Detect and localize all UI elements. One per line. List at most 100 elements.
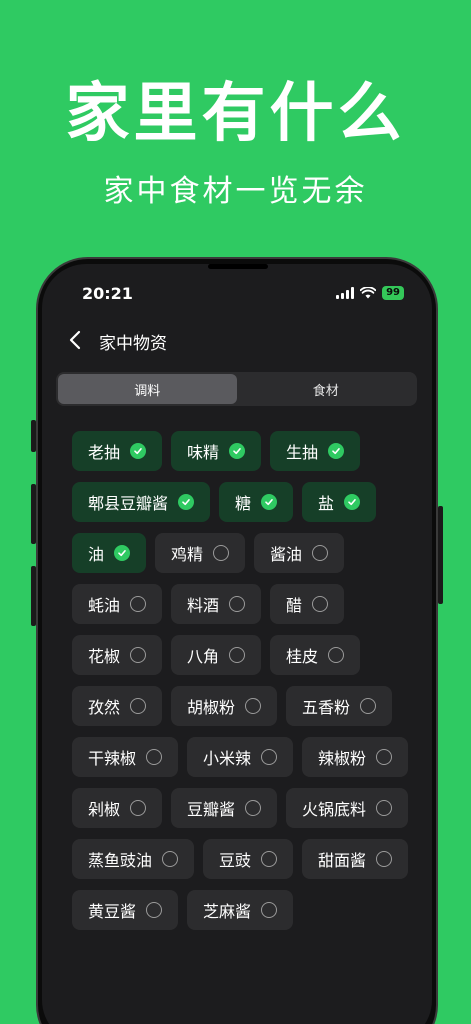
seasoning-chip[interactable]: 小米辣 bbox=[187, 737, 294, 777]
seasoning-chip[interactable]: 辣椒粉 bbox=[302, 737, 409, 777]
unchecked-circle-icon bbox=[261, 851, 278, 867]
unchecked-circle-icon bbox=[245, 698, 262, 714]
seasoning-chip-label: 黄豆酱 bbox=[88, 902, 137, 921]
seasoning-chip-label: 五香粉 bbox=[302, 698, 351, 717]
unchecked-circle-icon bbox=[376, 749, 393, 765]
seasoning-chip-label: 孜然 bbox=[88, 698, 121, 717]
battery-icon: 99 bbox=[382, 286, 404, 300]
seasoning-chip-label: 干辣椒 bbox=[88, 749, 137, 768]
seasoning-chip-label: 盐 bbox=[318, 494, 335, 513]
seasoning-chip[interactable]: 芝麻酱 bbox=[187, 890, 294, 930]
phone-screen: 20:21 99 家中物资 调料 食材 老抽 味精 生抽郫县豆瓣酱 糖 盐油 鸡精 酱油蚝油 料… bbox=[42, 264, 432, 1024]
seasoning-chip-label: 八角 bbox=[187, 647, 220, 666]
hero-subtitle: 家中食材一览无余 bbox=[103, 174, 368, 209]
seasoning-chip-label: 料酒 bbox=[187, 596, 220, 615]
seasoning-chip[interactable]: 干辣椒 bbox=[72, 737, 179, 777]
seasoning-chip[interactable]: 豆豉 bbox=[203, 839, 294, 879]
seasoning-chip[interactable]: 醋 bbox=[270, 584, 345, 624]
checked-circle-icon bbox=[344, 494, 361, 510]
seasoning-chip-label: 桂皮 bbox=[286, 647, 319, 666]
seasoning-chip[interactable]: 老抽 bbox=[72, 431, 163, 471]
seasoning-chip[interactable]: 蚝油 bbox=[72, 584, 163, 624]
seasoning-chip[interactable]: 火锅底料 bbox=[286, 788, 409, 828]
seasoning-chip-label: 剁椒 bbox=[88, 800, 121, 819]
seasoning-chip[interactable]: 郫县豆瓣酱 bbox=[72, 482, 211, 522]
seasoning-chip[interactable]: 桂皮 bbox=[270, 635, 361, 675]
seasoning-chip[interactable]: 八角 bbox=[171, 635, 262, 675]
unchecked-circle-icon bbox=[146, 902, 163, 918]
seasoning-chip[interactable]: 孜然 bbox=[72, 686, 163, 726]
back-chevron-icon[interactable] bbox=[66, 328, 86, 352]
seasoning-chip-label: 糖 bbox=[235, 494, 252, 513]
dynamic-island bbox=[208, 264, 268, 269]
unchecked-circle-icon bbox=[130, 596, 147, 612]
seasoning-chip[interactable]: 糖 bbox=[219, 482, 294, 522]
cellular-signal-icon bbox=[336, 287, 355, 299]
unchecked-circle-icon bbox=[261, 902, 278, 918]
seasoning-chip[interactable]: 鸡精 bbox=[155, 533, 246, 573]
unchecked-circle-icon bbox=[130, 647, 147, 663]
seasoning-chip[interactable]: 五香粉 bbox=[286, 686, 393, 726]
nav-bar: 家中物资 bbox=[42, 320, 432, 360]
seasoning-chip-label: 豆瓣酱 bbox=[187, 800, 236, 819]
seasoning-chip-label: 鸡精 bbox=[171, 545, 204, 564]
seasoning-chip-label: 小米辣 bbox=[203, 749, 252, 768]
seasoning-chip[interactable]: 盐 bbox=[302, 482, 377, 522]
seasoning-chip[interactable]: 胡椒粉 bbox=[171, 686, 278, 726]
seasoning-chip-list: 老抽 味精 生抽郫县豆瓣酱 糖 盐油 鸡精 酱油蚝油 料酒 醋花椒 八角 桂皮孜然 胡椒粉 五香粉干辣椒… bbox=[72, 431, 417, 930]
unchecked-circle-icon bbox=[360, 698, 377, 714]
seasoning-chip[interactable]: 甜面酱 bbox=[302, 839, 409, 879]
seasoning-chip-label: 火锅底料 bbox=[302, 800, 367, 819]
seasoning-chip[interactable]: 油 bbox=[72, 533, 147, 573]
seasoning-chip[interactable]: 花椒 bbox=[72, 635, 163, 675]
unchecked-circle-icon bbox=[229, 647, 246, 663]
seasoning-chip-label: 辣椒粉 bbox=[318, 749, 367, 768]
checked-circle-icon bbox=[229, 443, 246, 459]
unchecked-circle-icon bbox=[312, 596, 329, 612]
seasoning-chip[interactable]: 酱油 bbox=[254, 533, 345, 573]
seasoning-chip[interactable]: 剁椒 bbox=[72, 788, 163, 828]
checked-circle-icon bbox=[328, 443, 345, 459]
unchecked-circle-icon bbox=[146, 749, 163, 765]
seasoning-chip[interactable]: 味精 bbox=[171, 431, 262, 471]
seasoning-chip[interactable]: 豆瓣酱 bbox=[171, 788, 278, 828]
tab-0[interactable]: 调料 bbox=[58, 374, 237, 404]
page-title: 家中物资 bbox=[99, 334, 167, 354]
seasoning-chip-label: 生抽 bbox=[286, 443, 319, 462]
checked-circle-icon bbox=[114, 545, 131, 561]
unchecked-circle-icon bbox=[376, 851, 393, 867]
seasoning-chip-label: 花椒 bbox=[88, 647, 121, 666]
seasoning-chip[interactable]: 黄豆酱 bbox=[72, 890, 179, 930]
seasoning-chip-label: 甜面酱 bbox=[318, 851, 367, 870]
seasoning-chip[interactable]: 蒸鱼豉油 bbox=[72, 839, 195, 879]
unchecked-circle-icon bbox=[162, 851, 179, 867]
checked-circle-icon bbox=[261, 494, 278, 510]
unchecked-circle-icon bbox=[213, 545, 230, 561]
checked-circle-icon bbox=[178, 494, 195, 510]
wifi-icon bbox=[360, 287, 377, 299]
unchecked-circle-icon bbox=[328, 647, 345, 663]
seasoning-chip-label: 豆豉 bbox=[219, 851, 252, 870]
seasoning-chip-label: 胡椒粉 bbox=[187, 698, 236, 717]
seasoning-chip-label: 郫县豆瓣酱 bbox=[88, 494, 169, 513]
checked-circle-icon bbox=[130, 443, 147, 459]
seasoning-chip[interactable]: 料酒 bbox=[171, 584, 262, 624]
seasoning-chip[interactable]: 生抽 bbox=[270, 431, 361, 471]
seasoning-chip-label: 蒸鱼豉油 bbox=[88, 851, 153, 870]
tab-1[interactable]: 食材 bbox=[237, 374, 416, 404]
unchecked-circle-icon bbox=[245, 800, 262, 816]
unchecked-circle-icon bbox=[130, 698, 147, 714]
seasoning-chip-label: 芝麻酱 bbox=[203, 902, 252, 921]
category-segmented-control: 调料 食材 bbox=[56, 372, 417, 406]
phone-power-button bbox=[438, 506, 443, 604]
unchecked-circle-icon bbox=[261, 749, 278, 765]
status-icons: 99 bbox=[336, 286, 404, 300]
seasoning-chip-label: 醋 bbox=[286, 596, 303, 615]
unchecked-circle-icon bbox=[376, 800, 393, 816]
hero-title: 家里有什么 bbox=[65, 77, 406, 151]
unchecked-circle-icon bbox=[312, 545, 329, 561]
seasoning-chip-label: 油 bbox=[88, 545, 105, 564]
unchecked-circle-icon bbox=[229, 596, 246, 612]
status-time: 20:21 bbox=[82, 284, 133, 303]
unchecked-circle-icon bbox=[130, 800, 147, 816]
